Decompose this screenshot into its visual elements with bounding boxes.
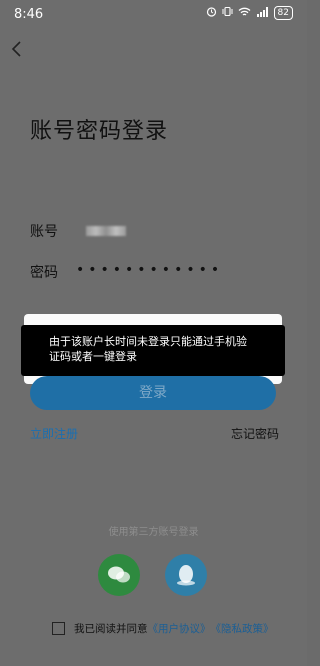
status-icons: 82: [206, 6, 293, 20]
agreement-row: 我已阅读并同意 《用户协议》 《隐私政策》: [52, 621, 274, 636]
password-label: 密码: [30, 265, 58, 281]
qq-icon: [177, 565, 195, 586]
signal-icon: [256, 6, 269, 20]
wechat-icon: [108, 566, 130, 583]
wifi-icon: [238, 7, 251, 20]
account-label: 账号: [30, 224, 58, 240]
toast-message: 由于该账户长时间未登录只能通过手机验 证码或者一键登录: [21, 325, 285, 376]
toast-line-2: 证码或者一键登录: [49, 350, 137, 363]
back-button[interactable]: [6, 38, 28, 60]
account-input[interactable]: [86, 226, 126, 236]
forgot-password-link[interactable]: 忘记密码: [231, 425, 279, 442]
login-screen: 8:46 82 账号密码登录 账号 密码 •••••••••••• 登录 由于该…: [0, 0, 307, 666]
toast-line-1: 由于该账户长时间未登录只能通过手机验: [49, 335, 247, 348]
wechat-login-button[interactable]: [98, 554, 140, 596]
register-link[interactable]: 立即注册: [30, 425, 78, 442]
third-party-label: 使用第三方账号登录: [108, 527, 199, 538]
chevron-left-icon: [11, 41, 21, 57]
battery-indicator: 82: [273, 6, 293, 20]
page-title: 账号密码登录: [30, 119, 169, 144]
password-input[interactable]: ••••••••••••: [76, 262, 223, 278]
alarm-icon: [206, 6, 217, 20]
privacy-policy-link[interactable]: 《隐私政策》: [211, 621, 274, 636]
qq-login-button[interactable]: [165, 554, 207, 596]
status-bar: 8:46 82: [0, 0, 307, 28]
user-agreement-link[interactable]: 《用户协议》: [148, 621, 211, 636]
status-time: 8:46: [14, 7, 44, 22]
login-button[interactable]: 登录: [30, 376, 276, 410]
agreement-checkbox[interactable]: [52, 622, 65, 635]
vibrate-icon: [222, 6, 233, 20]
agreement-prefix: 我已阅读并同意: [74, 623, 148, 635]
